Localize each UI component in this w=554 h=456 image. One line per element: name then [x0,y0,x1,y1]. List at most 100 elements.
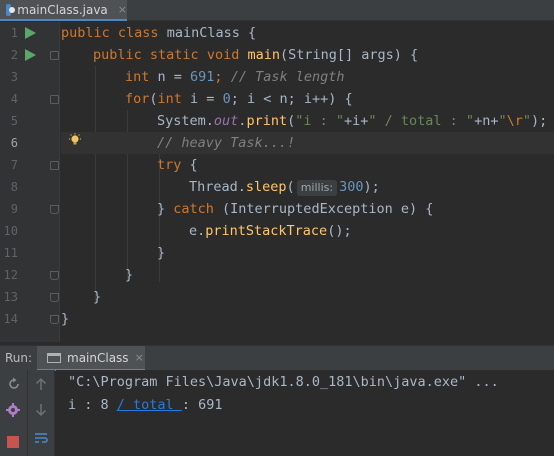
rerun-icon[interactable] [6,376,22,392]
run-toolbar-right [28,370,55,456]
arrow-down-icon[interactable] [33,402,49,418]
fold-marker-icon[interactable] [50,315,59,324]
keyword: int [125,69,150,85]
code-text: ( [149,91,158,107]
line-number: 3 [10,70,18,84]
code-text: (); [327,223,352,239]
line-number-current: 6 [10,136,18,150]
run-main-icon[interactable] [25,49,36,61]
lightbulb-icon[interactable] [68,133,82,147]
method-name: printStackTrace [205,223,328,239]
arrow-up-icon[interactable] [33,376,49,392]
string-literal: " / total : " [368,113,475,129]
code-text: (String[] args) { [280,47,419,63]
code-line-14: } [61,308,554,330]
code-text: e. [189,223,206,239]
field-name: out [213,113,239,129]
code-text: System. [157,113,214,129]
code-editor[interactable]: public class mainClass { public static v… [61,22,554,342]
console-command-line: "C:\Program Files\Java\jdk1.8.0_181\bin\… [68,374,499,390]
code-text: } [157,201,174,217]
comment: // heavy Task...! [157,135,296,151]
fold-marker-icon[interactable] [50,271,59,280]
java-class-icon [6,3,16,16]
code-text: Thread. [189,179,246,195]
code-line-3: int n = 691; // Task length [61,66,554,88]
keyword: int [157,91,182,107]
code-text: { [181,157,198,173]
run-tab-label: mainClass [67,350,129,365]
keyword: try [157,157,182,173]
number-literal: 300 [339,179,364,195]
run-title: Run: [5,351,33,365]
code-text: ); [531,113,548,129]
fold-marker-icon[interactable] [50,161,59,170]
close-icon[interactable]: × [135,351,144,364]
settings-gear-icon[interactable] [5,402,21,418]
stop-icon[interactable] [5,434,21,450]
code-line-1: public class mainClass { [61,22,554,44]
fold-marker-icon[interactable] [50,95,59,104]
console-text: i : 8 [68,397,117,413]
console-link[interactable]: / total [117,397,182,413]
line-number: 12 [3,268,18,282]
line-number: 10 [3,224,18,238]
code-text: ; i < n; i++) { [230,91,353,107]
fold-marker-icon[interactable] [50,205,59,214]
code-text: } [61,311,70,327]
line-number: 4 [10,92,18,106]
run-tab-mainclass[interactable]: mainClass × [37,346,145,371]
code-line-11: } [61,242,554,264]
class-name: mainClass { [158,25,257,41]
keyword: void [206,47,240,63]
code-text: } [125,267,134,283]
run-tool-window-header: Run: mainClass × [0,345,554,371]
line-number: 7 [10,158,18,172]
code-line-7: try { [61,154,554,176]
editor-gutter: 1 2 3 4 5 6 7 8 9 10 11 12 13 14 [0,22,60,342]
string-literal: " [498,113,507,129]
run-class-icon[interactable] [25,27,36,39]
string-literal: "i : " [295,113,344,129]
method-name: print [246,113,288,129]
close-icon[interactable]: × [118,3,127,16]
keyword: public [61,25,110,41]
line-number: 9 [10,202,18,216]
code-line-10: e.printStackTrace(); [61,220,554,242]
line-number: 1 [10,26,18,40]
code-text: ); [363,179,380,195]
code-line-13: } [61,286,554,308]
code-line-5: System.out.print("i : "+i+" / total : "+… [61,110,554,132]
parameter-hint: millis: [296,180,338,196]
keyword: public [93,47,142,63]
code-text: ( [286,179,295,195]
line-number: 14 [3,312,18,326]
console-output[interactable]: "C:\Program Files\Java\jdk1.8.0_181\bin\… [56,370,554,456]
method-name: main [247,47,281,63]
code-text: (InterruptedException e) { [213,201,434,217]
fold-marker-icon[interactable] [50,293,59,302]
method-name: sleep [245,179,287,195]
console-output-line: i : 8 / total : 691 [68,394,554,416]
editor-tab-bar: mainClass.java × [0,0,554,21]
line-number: 5 [10,114,18,128]
editor-tab-label: mainClass.java [17,2,108,17]
code-line-12: } [61,264,554,286]
number-literal: 691 [190,69,215,85]
code-text: +i+ [344,113,369,129]
code-text: ; [214,69,223,85]
code-text: +n+ [474,113,499,129]
code-text: i = [181,91,223,107]
editor-tab-mainclass[interactable]: mainClass.java × [0,0,127,21]
code-line-9: } catch (InterruptedException e) { [61,198,554,220]
keyword: catch [173,201,214,217]
line-number: 2 [10,48,18,62]
line-number: 13 [3,290,18,304]
string-literal: " [522,113,531,129]
keyword: class [117,25,159,41]
fold-marker-icon[interactable] [50,51,59,60]
code-line-4: for(int i = 0; i < n; i++) { [61,88,554,110]
soft-wrap-icon[interactable] [33,430,49,446]
code-text: } [93,289,102,305]
code-text: } [157,245,166,261]
